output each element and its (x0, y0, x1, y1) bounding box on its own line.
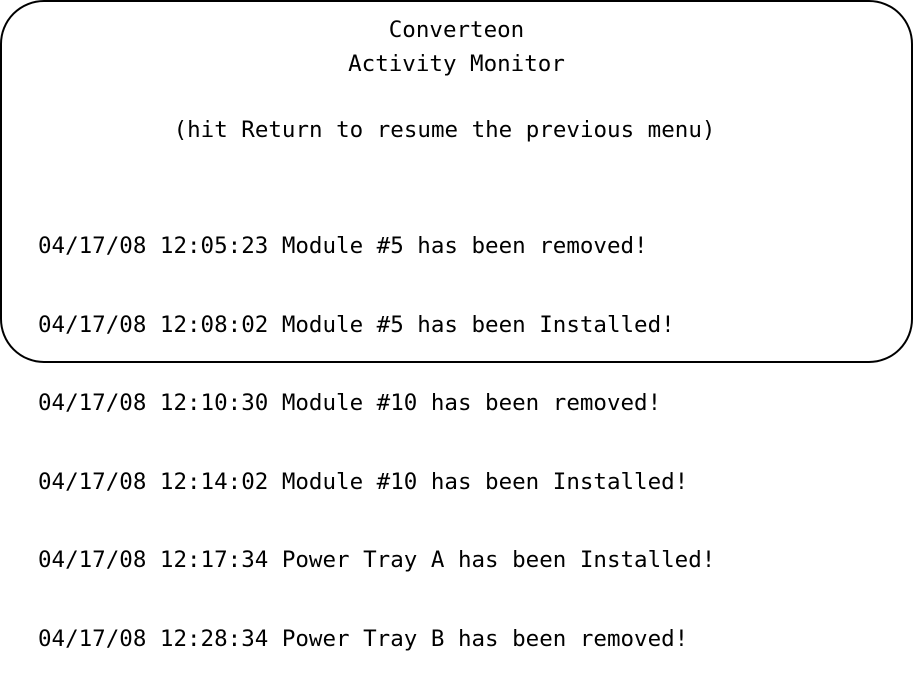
log-time: 12:08:02 (159, 311, 269, 338)
log-entry: 04/17/08 12:05:23 Module #5 has been rem… (38, 233, 715, 260)
log-time: 12:10:30 (159, 390, 269, 416)
screen-title: Activity Monitor (348, 51, 565, 77)
app-title: Converteon (388, 17, 525, 43)
log-entry: 04/17/08 12:17:34 Power Tray A has been … (38, 547, 715, 574)
log-date: 04/17/08 (38, 625, 147, 652)
log-date: 04/17/08 (38, 390, 147, 416)
log-message: Power Tray B has been removed! (281, 625, 689, 652)
log-time: 12:28:34 (159, 625, 269, 652)
log-entry: 04/17/08 12:14:02 Module #10 has been In… (38, 469, 715, 496)
return-hint: (hit Return to resume the previous menu) (173, 117, 716, 143)
log-date: 04/17/08 (38, 311, 147, 338)
log-message: Module #10 has been removed! (281, 390, 662, 416)
log-entry: 04/17/08 12:28:34 Power Tray B has been … (38, 626, 715, 653)
log-time: 12:05:23 (159, 233, 269, 259)
activity-log: 04/17/08 12:05:23 Module #5 has been rem… (38, 181, 715, 678)
log-entry: 04/17/08 12:10:30 Module #10 has been re… (38, 390, 715, 417)
log-date: 04/17/08 (38, 233, 147, 259)
log-entry: 04/17/08 12:08:02 Module #5 has been Ins… (38, 312, 715, 339)
log-time: 12:17:34 (159, 547, 269, 573)
log-message: Module #5 has been Installed! (281, 311, 675, 338)
log-date: 04/17/08 (38, 547, 147, 573)
log-message: Module #5 has been removed! (281, 233, 648, 259)
log-message: Power Tray A has been Installed! (281, 547, 716, 573)
log-date: 04/17/08 (38, 468, 147, 495)
log-time: 12:14:02 (159, 468, 269, 495)
log-message: Module #10 has been Installed! (281, 468, 689, 495)
